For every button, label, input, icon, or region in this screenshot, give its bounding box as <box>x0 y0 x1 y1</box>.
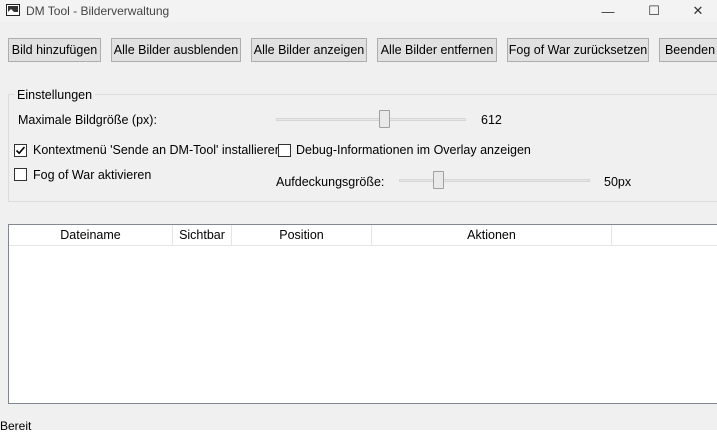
column-header-actions[interactable]: Aktionen <box>372 225 612 245</box>
remove-all-images-button[interactable]: Alle Bilder entfernen <box>377 38 497 62</box>
reveal-size-label: Aufdeckungsgröße: <box>276 175 385 189</box>
context-menu-checkbox[interactable] <box>14 144 27 157</box>
max-size-slider-track[interactable] <box>276 118 466 121</box>
add-image-button[interactable]: Bild hinzufügen <box>8 38 101 62</box>
images-table[interactable]: Dateiname Sichtbar Position Aktionen <box>8 224 717 404</box>
title-bar: DM Tool - Bilderverwaltung — ☐ ✕ <box>0 0 717 22</box>
column-header-visible[interactable]: Sichtbar <box>173 225 232 245</box>
window-title: DM Tool - Bilderverwaltung <box>26 4 170 18</box>
max-size-value: 612 <box>481 113 502 127</box>
debug-info-label[interactable]: Debug-Informationen im Overlay anzeigen <box>296 143 531 157</box>
settings-group-title: Einstellungen <box>14 88 96 102</box>
context-menu-label[interactable]: Kontextmenü 'Sende an DM-Tool' installie… <box>33 143 282 157</box>
column-header-filename[interactable]: Dateiname <box>9 225 173 245</box>
main-panel: Bild hinzufügen Alle Bilder ausblenden A… <box>0 22 717 415</box>
max-size-slider-thumb[interactable] <box>379 110 390 128</box>
app-picture-icon <box>6 4 20 16</box>
show-all-images-button[interactable]: Alle Bilder anzeigen <box>251 38 367 62</box>
reveal-size-slider-thumb[interactable] <box>433 171 444 189</box>
table-header: Dateiname Sichtbar Position Aktionen <box>9 225 717 246</box>
reset-fog-button[interactable]: Fog of War zurücksetzen <box>507 38 649 62</box>
hide-all-images-button[interactable]: Alle Bilder ausblenden <box>111 38 241 62</box>
fog-of-war-checkbox[interactable] <box>14 168 27 181</box>
status-bar: Bereit <box>0 415 717 433</box>
maximize-button[interactable]: ☐ <box>631 0 677 22</box>
reveal-size-slider-track[interactable] <box>399 179 590 182</box>
debug-info-checkbox[interactable] <box>278 144 291 157</box>
close-button[interactable]: ✕ <box>675 0 717 22</box>
fog-of-war-label[interactable]: Fog of War aktivieren <box>33 168 151 182</box>
exit-button[interactable]: Beenden <box>659 38 717 62</box>
status-text: Bereit <box>0 419 32 433</box>
reveal-size-value: 50px <box>604 175 632 189</box>
minimize-button[interactable]: — <box>585 0 631 22</box>
max-size-label: Maximale Bildgröße (px): <box>18 113 157 127</box>
checkmark-icon <box>15 146 26 155</box>
column-header-position[interactable]: Position <box>232 225 372 245</box>
